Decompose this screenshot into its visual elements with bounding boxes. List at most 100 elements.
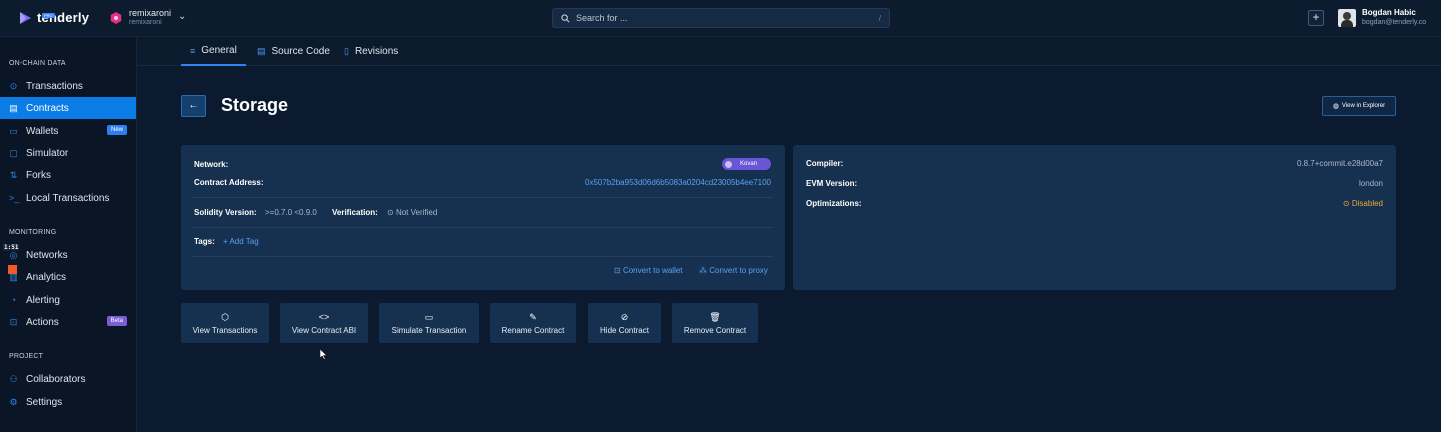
hide-contract-button[interactable]: ⊘ Hide Contract <box>588 303 661 343</box>
view-transactions-button[interactable]: ⬡ View Transactions <box>181 303 269 343</box>
network-badge: Kovan <box>722 158 771 170</box>
tab-source-code[interactable]: ▤ Source Code <box>257 37 330 66</box>
optimizations-label: Optimizations: <box>806 199 862 208</box>
evm-value: london <box>1358 179 1383 188</box>
avatar <box>1338 8 1356 27</box>
search-shortcut: / <box>878 13 881 23</box>
project-owner: remixaroni <box>129 19 162 26</box>
contract-info-card: Network: Kovan Contract Address: 0x507b2… <box>181 145 785 290</box>
sidebar-item-local-transactions[interactable]: >_ Local Transactions <box>0 187 136 209</box>
info-circle-icon: ⊙ <box>387 208 394 217</box>
chevron-down-icon: ⌄ <box>178 11 187 22</box>
tab-general[interactable]: ≡ General <box>181 37 246 66</box>
sidebar-item-label: Networks <box>26 249 68 261</box>
tab-label: General <box>201 45 237 56</box>
user-email: bogdan@tenderly.co <box>1362 19 1427 26</box>
back-button[interactable]: ← <box>181 95 206 117</box>
wallet-icon: ⊡ <box>614 266 621 275</box>
warning-circle-icon: ⊙ <box>1342 199 1350 208</box>
sidebar-item-actions[interactable]: ⊡ Actions Beta <box>0 311 136 333</box>
divider <box>193 256 773 257</box>
pro-badge: PRO <box>42 13 55 18</box>
compiler-info-card: Compiler: 0.8.7+commit.e28d00a7 EVM Vers… <box>793 145 1396 290</box>
verification-label: Verification: <box>332 208 378 217</box>
users-icon: ⚇ <box>9 373 18 384</box>
sidebar-item-label: Alerting <box>26 294 60 306</box>
network-label: Network: <box>194 160 229 169</box>
sidebar-item-simulator[interactable]: ▢ Simulator <box>0 142 136 164</box>
address-label: Contract Address: <box>194 178 264 187</box>
gear-icon: ⚙ <box>9 396 18 407</box>
document-icon: ▤ <box>9 102 18 113</box>
view-contract-abi-button[interactable]: <> View Contract ABI <box>280 303 368 343</box>
sidebar-item-contracts[interactable]: ▤ Contracts <box>0 97 136 119</box>
rename-contract-button[interactable]: ✎ Rename Contract <box>490 303 576 343</box>
eye-off-icon: ⊘ <box>620 311 629 322</box>
sidebar-item-alerting[interactable]: ◔ Alerting <box>0 289 136 311</box>
sidebar-item-networks[interactable]: ◎ Networks <box>0 244 136 266</box>
sidebar-item-label: Actions <box>26 316 59 328</box>
search-bar[interactable]: / <box>552 8 890 28</box>
cube-icon: ⬡ <box>221 311 229 322</box>
record-stop-icon[interactable] <box>8 265 17 274</box>
project-selector[interactable]: remixaroni remixaroni ⌄ <box>110 8 186 27</box>
plus-icon: + <box>1312 10 1320 24</box>
button-label: Simulate Transaction <box>391 325 467 335</box>
monitor-icon: ▢ <box>9 147 18 158</box>
code-icon: <> <box>318 311 330 322</box>
section-title-onchain: ON-CHAIN DATA <box>9 60 66 67</box>
tags-label: Tags: <box>194 237 215 246</box>
convert-to-wallet-link[interactable]: ⊡ Convert to wallet <box>614 266 683 275</box>
view-in-explorer-button[interactable]: ◍ View in Explorer <box>1322 96 1396 116</box>
sidebar-item-collaborators[interactable]: ⚇ Collaborators <box>0 368 136 390</box>
wallet-icon: ▭ <box>9 125 18 136</box>
convert-to-proxy-link[interactable]: ⁂ Convert to proxy <box>699 266 768 275</box>
network-value: Kovan <box>740 161 758 167</box>
beta-badge: Beta <box>106 316 127 326</box>
sidebar-item-label: Collaborators <box>26 373 86 385</box>
actions-icon: ⊡ <box>9 316 18 327</box>
top-bar: tenderly PRO remixaroni remixaroni ⌄ / +… <box>0 0 1441 37</box>
evm-label: EVM Version: <box>806 179 858 188</box>
tab-revisions[interactable]: ▯ Revisions <box>344 37 398 66</box>
tab-label: Revisions <box>354 46 399 57</box>
sidebar-item-wallets[interactable]: ▭ Wallets New <box>0 120 136 142</box>
network-icon: ◎ <box>9 249 18 260</box>
sidebar-item-label: Forks <box>26 169 51 181</box>
sidebar-item-forks[interactable]: ⇅ Forks <box>0 164 136 186</box>
bell-icon: ◔ <box>10 294 17 305</box>
network-dot-icon <box>725 160 732 168</box>
contract-address[interactable]: 0x507b2ba953d06d6b5083a0204cd23005b4ee71… <box>585 178 771 187</box>
button-label: View in Explorer <box>1341 103 1386 109</box>
sidebar-item-label: Transactions <box>26 80 83 92</box>
pencil-icon: ✎ <box>529 311 537 322</box>
transactions-icon: ⊙ <box>9 80 18 91</box>
user-menu[interactable]: Bogdan Habic bogdan@tenderly.co <box>1338 8 1426 27</box>
new-badge: New <box>106 125 127 135</box>
sidebar-item-label: Simulator <box>26 147 69 159</box>
search-icon <box>561 13 570 22</box>
page-title: Storage <box>221 95 289 115</box>
add-tag-link[interactable]: + Add Tag <box>223 237 259 246</box>
link-label: Convert to proxy <box>709 266 768 275</box>
solidity-value: >=0.7.0 <0.9.0 <box>265 208 317 217</box>
sidebar-item-transactions[interactable]: ⊙ Transactions <box>0 75 136 97</box>
optimizations-text: Disabled <box>1351 199 1383 208</box>
remove-contract-button[interactable]: 🗑 Remove Contract <box>672 303 758 343</box>
verification-text: Not Verified <box>395 208 438 217</box>
sidebar-item-label: Settings <box>26 396 63 408</box>
arrow-left-icon: ← <box>188 100 199 111</box>
simulate-transaction-button[interactable]: ▭ Simulate Transaction <box>379 303 479 343</box>
button-label: Rename Contract <box>501 325 565 335</box>
file-code-icon: ▤ <box>257 46 266 56</box>
sidebar-item-settings[interactable]: ⚙ Settings <box>0 391 136 413</box>
search-input[interactable] <box>576 13 873 23</box>
verification-value: ⊙ Not Verified <box>387 208 437 217</box>
trash-icon: 🗑 <box>709 311 721 322</box>
project-name: remixaroni <box>129 8 172 18</box>
sidebar-item-analytics[interactable]: ▥ Analytics <box>0 266 136 288</box>
proxy-icon: ⁂ <box>699 266 707 275</box>
section-title-monitoring: MONITORING <box>9 229 57 236</box>
sidebar: ON-CHAIN DATA ⊙ Transactions ▤ Contracts… <box>0 37 137 432</box>
add-button[interactable]: + <box>1308 10 1324 26</box>
